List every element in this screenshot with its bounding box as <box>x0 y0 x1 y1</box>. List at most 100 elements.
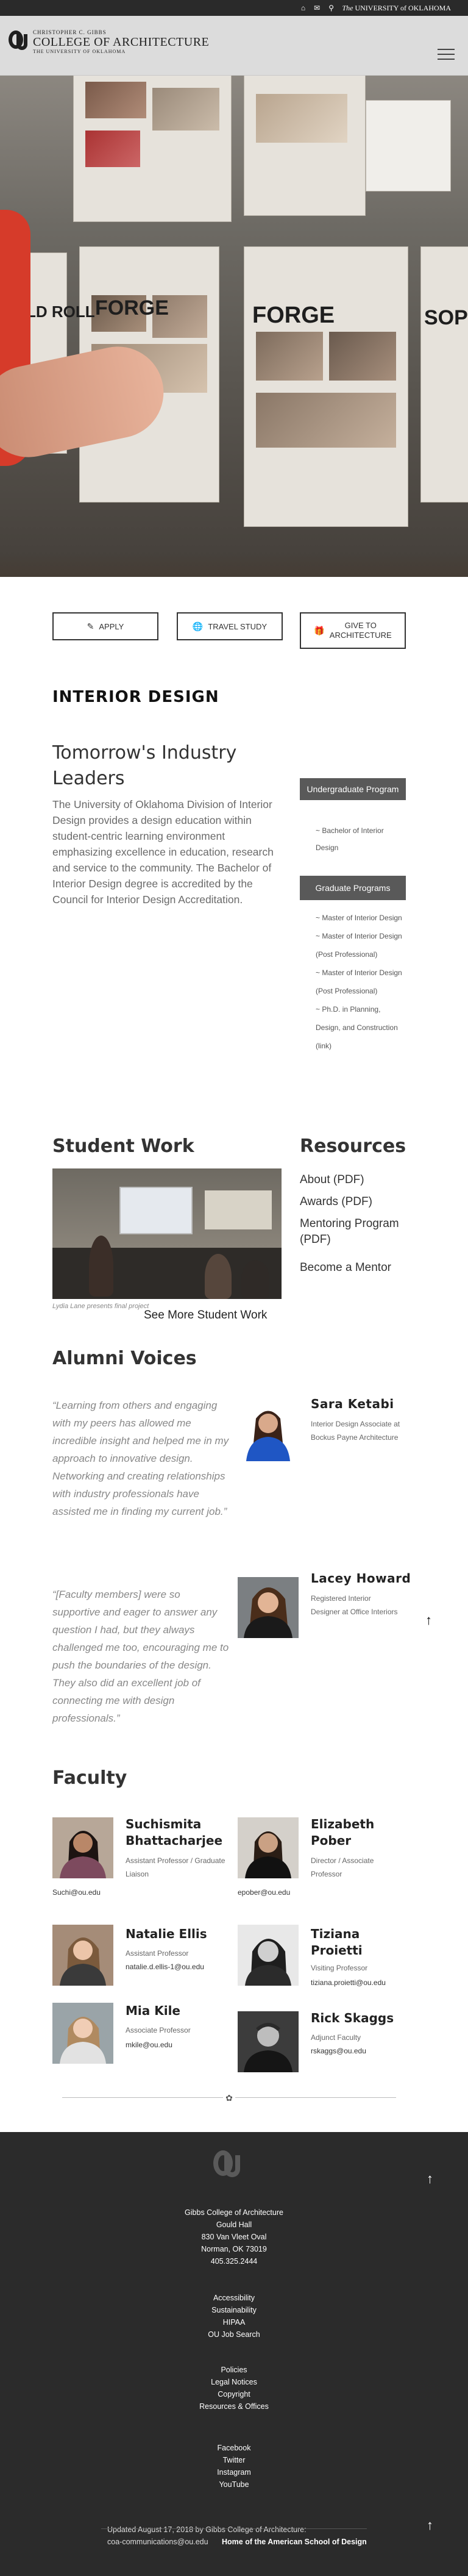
see-more-student-work-link[interactable]: See More Student Work <box>144 1309 267 1322</box>
travel-study-button[interactable]: 🌐 TRAVEL STUDY <box>177 612 283 640</box>
program-link[interactable]: ~ Master of Interior Design <box>316 909 407 927</box>
travel-study-label: TRAVEL STUDY <box>208 621 268 631</box>
faculty-heading: Faculty <box>52 1767 127 1789</box>
faculty-photo <box>52 1925 113 1986</box>
footer-home-label: Home of the American School of Design <box>222 2538 367 2546</box>
brand-line1: Christopher C. Gibbs <box>33 29 107 35</box>
footer-phone[interactable]: 405.325.2444 <box>0 2255 468 2267</box>
undergrad-label: Undergraduate Program <box>307 784 399 794</box>
intro-body: The University of Oklahoma Division of I… <box>52 798 274 906</box>
alumni-name: Lacey Howard <box>311 1571 411 1586</box>
student-work-heading: Student Work <box>52 1136 194 1157</box>
faculty-name: Suchismita Bhattacharjee <box>126 1817 223 1848</box>
footer-link[interactable]: HIPAA <box>0 2316 468 2328</box>
hero-image: COLD ROLL FORGE FORGE SOPH <box>0 76 468 577</box>
college-logo[interactable]: Christopher C. Gibbs COLLEGE OF ARCHITEC… <box>33 29 209 54</box>
home-icon[interactable]: ⌂ <box>301 4 305 12</box>
faculty-role: Assistant Professor / Graduate Liaison <box>126 1856 225 1878</box>
faculty-photo <box>52 1817 113 1878</box>
footer-link[interactable]: OU Job Search <box>0 2328 468 2341</box>
ou-logo-icon <box>213 2147 243 2182</box>
program-link[interactable]: ~ Ph.D. in Planning, Design, and Constru… <box>316 1000 407 1055</box>
hero-sign-3: FORGE <box>252 302 335 328</box>
undergraduate-program-button[interactable]: Undergraduate Program <box>300 778 406 800</box>
menu-icon[interactable] <box>438 49 455 60</box>
hero-sign-2: FORGE <box>95 296 169 320</box>
footer-link[interactable]: Copyright <box>0 2388 468 2400</box>
site-footer: ↑ Gibbs College of Architecture Gould Ha… <box>0 2132 468 2576</box>
footer-social-link[interactable]: Instagram <box>0 2466 468 2478</box>
footer-link[interactable]: Resources & Offices <box>0 2400 468 2413</box>
program-link[interactable]: ~ Master of Interior Design (Post Profes… <box>316 964 407 1000</box>
brand-line3: The University of Oklahoma <box>33 49 126 54</box>
footer-link[interactable]: Accessibility <box>0 2292 468 2304</box>
faculty-name: Tiziana Proietti <box>311 1927 363 1958</box>
resources-heading: Resources <box>300 1136 406 1157</box>
undergrad-list: ~ Bachelor of Interior Design <box>316 822 407 856</box>
gift-icon: 🎁 <box>314 626 325 635</box>
utility-icons: ⌂ ✉ ⚲ <box>301 4 334 12</box>
footer-link[interactable]: Legal Notices <box>0 2376 468 2388</box>
alumni-heading: Alumni Voices <box>52 1348 197 1369</box>
program-link[interactable]: ~ Bachelor of Interior Design <box>316 822 407 856</box>
alumni-quote: “Learning from others and engaging with … <box>52 1400 229 1517</box>
faculty-name: Elizabeth Pober <box>311 1817 375 1848</box>
intro-heading: Tomorrow's Industry Leaders <box>52 742 237 789</box>
footer-social-link[interactable]: YouTube <box>0 2478 468 2491</box>
ou-prefix: The <box>342 4 353 12</box>
footer-social-link[interactable]: Twitter <box>0 2454 468 2466</box>
footer-link[interactable]: Policies <box>0 2364 468 2376</box>
search-icon[interactable]: ⚲ <box>328 4 334 12</box>
faculty-email[interactable]: tiziana.proietti@ou.edu <box>311 1978 386 1987</box>
alumni-role: Interior Design Associate at Bockus Payn… <box>311 1420 400 1442</box>
student-work-photo[interactable] <box>52 1168 282 1299</box>
ou-name: UNIVERSITY of OKLAHOMA <box>355 4 451 12</box>
alumni-photo <box>238 1400 299 1461</box>
back-to-top-icon[interactable]: ↑ <box>427 2171 433 2187</box>
ou-link[interactable]: The UNIVERSITY of OKLAHOMA <box>342 4 451 13</box>
program-link[interactable]: ~ Master of Interior Design (Post Profes… <box>316 927 407 964</box>
apply-button[interactable]: ✎ APPLY <box>52 612 158 640</box>
footer-address-line: Gould Hall <box>216 2220 252 2229</box>
faculty-photo <box>238 1925 299 1986</box>
grad-list: ~ Master of Interior Design ~ Master of … <box>316 909 407 1055</box>
footer-address-line: Norman, OK 73019 <box>201 2245 267 2253</box>
resource-link-mentoring[interactable]: Mentoring Program (PDF) <box>300 1216 410 1248</box>
alumni-quote: “[Faculty members] were so supportive an… <box>52 1589 229 1724</box>
alumni-role: Registered Interior Designer at Office I… <box>311 1594 398 1616</box>
faculty-email[interactable]: natalie.d.ellis-1@ou.edu <box>126 1962 204 1971</box>
edit-icon: ✎ <box>87 621 94 631</box>
brand-line2: COLLEGE OF ARCHITECTURE <box>33 35 210 49</box>
back-to-top-icon[interactable]: ↑ <box>427 2517 433 2533</box>
faculty-photo <box>238 2011 299 2072</box>
faculty-role: Assistant Professor <box>126 1949 189 1958</box>
footer-social-link[interactable]: Facebook <box>0 2442 468 2454</box>
back-to-top-icon[interactable]: ↑ <box>425 1612 432 1628</box>
mail-icon[interactable]: ✉ <box>314 4 320 12</box>
site-header: Christopher C. Gibbs COLLEGE OF ARCHITEC… <box>0 16 468 76</box>
graduate-programs-button[interactable]: Graduate Programs <box>300 876 406 900</box>
alumni-name: Sara Ketabi <box>311 1397 394 1411</box>
give-button[interactable]: 🎁 GIVE TO ARCHITECTURE <box>300 612 406 649</box>
faculty-email[interactable]: epober@ou.edu <box>238 1888 290 1897</box>
faculty-role: Adjunct Faculty <box>311 2033 361 2042</box>
top-utility-bar: ⌂ ✉ ⚲ The UNIVERSITY of OKLAHOMA <box>0 0 468 16</box>
faculty-name: Mia Kile <box>126 2003 180 2018</box>
resource-link-about[interactable]: About (PDF) <box>300 1172 364 1188</box>
faculty-photo <box>238 1817 299 1878</box>
footer-divider <box>101 2528 367 2529</box>
footer-address-line: 830 Van Vleet Oval <box>201 2233 267 2241</box>
apply-label: APPLY <box>99 621 124 631</box>
resource-link-become-mentor[interactable]: Become a Mentor <box>300 1260 391 1276</box>
footer-link[interactable]: Sustainability <box>0 2304 468 2316</box>
faculty-email[interactable]: mkile@ou.edu <box>126 2041 172 2049</box>
faculty-role: Director / Associate Professor <box>311 1856 374 1878</box>
ou-logo-icon[interactable] <box>9 28 29 52</box>
faculty-email[interactable]: rskaggs@ou.edu <box>311 2047 366 2055</box>
globe-icon: 🌐 <box>192 621 204 631</box>
student-work-caption: Lydia Lane presents final project <box>52 1303 149 1310</box>
hero-sign-4: SOPH <box>424 306 468 329</box>
page-title: INTERIOR DESIGN <box>52 688 219 706</box>
faculty-email[interactable]: Suchi@ou.edu <box>52 1888 101 1897</box>
resource-link-awards[interactable]: Awards (PDF) <box>300 1194 372 1210</box>
